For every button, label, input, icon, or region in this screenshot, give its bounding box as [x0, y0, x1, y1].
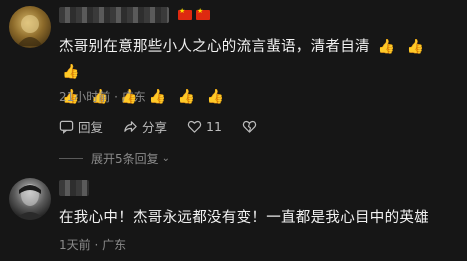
- thumbs-up-icon: 👍: [62, 64, 80, 80]
- thumbs-up-icon: 👍: [406, 39, 425, 55]
- chevron-down-icon: ⌄: [161, 153, 171, 164]
- divider: [59, 158, 83, 159]
- comment-meta: 1天前 · 广东: [59, 238, 127, 252]
- thumbs-up-icon: 👍: [206, 89, 225, 105]
- reply-label: 回复: [78, 120, 104, 135]
- thumbs-up-icon: 👍: [148, 89, 167, 105]
- dislike-icon: [242, 120, 257, 133]
- share-label: 分享: [142, 120, 168, 135]
- username-blurred[interactable]: [59, 180, 89, 196]
- like-button[interactable]: 11: [187, 119, 222, 134]
- share-button[interactable]: 分享: [123, 117, 167, 136]
- expand-replies-button[interactable]: 展开5条回复 ⌄: [59, 150, 170, 167]
- thumbs-up-icon: 👍: [177, 89, 196, 105]
- expand-replies-label: 展开5条回复: [91, 152, 159, 166]
- comment-text: 在我心中！杰哥永远都没有变！一直都是我心目中的英雄: [59, 210, 429, 226]
- avatar[interactable]: [9, 6, 51, 48]
- heart-icon: [187, 120, 202, 133]
- thumbs-up-icon: 👍: [377, 39, 396, 55]
- flag-badges: [178, 7, 210, 20]
- share-icon: [124, 121, 137, 132]
- china-flag-icon: [178, 7, 192, 20]
- reply-icon: [59, 120, 74, 134]
- china-flag-icon: [196, 7, 210, 20]
- dislike-button[interactable]: [242, 119, 261, 134]
- like-count: 11: [206, 119, 222, 134]
- comment-meta: 21小时前 · 广东: [59, 90, 146, 104]
- avatar[interactable]: [9, 178, 51, 220]
- reply-button[interactable]: 回复: [59, 117, 103, 136]
- comment-body: 杰哥别在意那些小人之心的流言蜚语，清者自清: [59, 39, 370, 55]
- comment-actions: 回复 分享 11: [59, 117, 261, 136]
- username-blurred[interactable]: [59, 7, 169, 23]
